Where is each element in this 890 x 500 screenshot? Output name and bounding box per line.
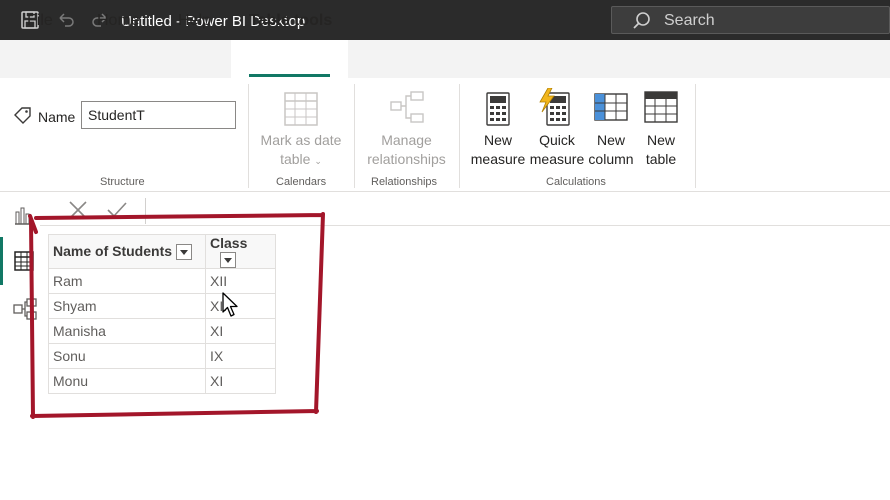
tab-help[interactable]: Help bbox=[178, 12, 211, 30]
manage-relationships-button[interactable]: Manage relationships bbox=[360, 131, 453, 169]
table-cell[interactable]: Manisha bbox=[48, 318, 206, 345]
mark-as-date-table-button[interactable]: Mark as date table ⌄ bbox=[256, 131, 346, 171]
tab-file[interactable]: File bbox=[27, 12, 53, 30]
mark-as-date-line2: table bbox=[280, 151, 311, 167]
quick-measure-icon bbox=[538, 87, 572, 131]
search-input[interactable]: Search bbox=[611, 6, 890, 34]
quick-measure-line2: measure bbox=[529, 151, 585, 167]
group-label-structure: Structure bbox=[100, 176, 145, 188]
table-cell[interactable]: IX bbox=[205, 343, 276, 370]
column-header-name[interactable]: Name of Students bbox=[48, 233, 206, 270]
name-label: Name bbox=[38, 109, 76, 125]
data-table: Name of Students Class Ram XII Shyam XII M… bbox=[48, 233, 276, 395]
table-row[interactable]: Sonu IX bbox=[48, 343, 276, 370]
manage-line1: Manage bbox=[381, 132, 432, 148]
menu-bar bbox=[0, 40, 890, 78]
model-view-icon[interactable] bbox=[13, 298, 37, 325]
group-label-calendars: Calendars bbox=[276, 176, 327, 188]
calculator-icon bbox=[486, 92, 510, 131]
new-table-line1: New bbox=[646, 132, 675, 148]
table-cell[interactable]: Shyam bbox=[48, 293, 206, 320]
new-measure-line2: measure bbox=[470, 151, 526, 167]
new-column-button[interactable]: New column bbox=[584, 131, 638, 169]
column-header-class[interactable]: Class bbox=[205, 233, 276, 270]
data-view-icon[interactable] bbox=[13, 250, 35, 277]
formula-bar bbox=[40, 192, 890, 226]
formula-bar-divider bbox=[145, 198, 146, 224]
relationships-icon bbox=[389, 90, 425, 131]
search-icon bbox=[633, 12, 650, 29]
table-name-field[interactable]: StudentT bbox=[81, 101, 236, 129]
chevron-down-icon: ⌄ bbox=[314, 156, 322, 166]
table-row[interactable]: Ram XII bbox=[48, 268, 276, 295]
cancel-formula-icon[interactable] bbox=[68, 200, 88, 225]
new-measure-button[interactable]: New measure bbox=[468, 131, 528, 169]
mark-as-date-line1: Mark as date bbox=[260, 132, 342, 148]
active-view-indicator bbox=[0, 237, 3, 285]
table-row[interactable]: Manisha XI bbox=[48, 318, 276, 345]
calendar-table-icon bbox=[284, 92, 318, 131]
group-label-calculations: Calculations bbox=[546, 176, 606, 188]
table-cell[interactable]: Sonu bbox=[48, 343, 206, 370]
tab-active-indicator bbox=[249, 74, 330, 77]
table-cell[interactable]: XII bbox=[205, 268, 276, 295]
tab-active-background bbox=[231, 40, 348, 78]
report-view-icon[interactable] bbox=[13, 204, 35, 231]
table-cell[interactable]: XI bbox=[205, 368, 276, 395]
new-column-line2: column bbox=[588, 151, 634, 167]
table-cell[interactable]: XI bbox=[205, 318, 276, 345]
new-measure-line1: New bbox=[483, 132, 512, 148]
table-row[interactable]: Monu XI bbox=[48, 368, 276, 395]
ribbon-divider bbox=[459, 84, 460, 188]
table-cell[interactable]: Monu bbox=[48, 368, 206, 395]
tag-icon bbox=[13, 106, 33, 131]
quick-measure-button[interactable]: Quick measure bbox=[528, 131, 586, 169]
tab-table-tools[interactable]: Table tools bbox=[249, 12, 332, 30]
new-table-icon bbox=[644, 91, 678, 128]
column-header-label: Name of Students bbox=[53, 243, 173, 259]
quick-measure-line1: Quick bbox=[539, 132, 575, 148]
view-sidebar bbox=[0, 192, 40, 500]
table-cell[interactable]: XII bbox=[205, 293, 276, 320]
new-column-line1: New bbox=[596, 132, 625, 148]
new-column-icon bbox=[594, 93, 628, 126]
group-label-relationships: Relationships bbox=[371, 176, 438, 188]
table-cell[interactable]: Ram bbox=[48, 268, 206, 295]
filter-dropdown-icon[interactable] bbox=[176, 244, 193, 261]
undo-icon[interactable] bbox=[56, 10, 76, 35]
filter-dropdown-icon[interactable] bbox=[220, 252, 236, 269]
tab-home[interactable]: Home bbox=[97, 12, 140, 30]
manage-line2: relationships bbox=[367, 151, 446, 167]
ribbon-divider bbox=[354, 84, 355, 188]
commit-formula-icon[interactable] bbox=[106, 200, 128, 225]
new-table-line2: table bbox=[645, 151, 677, 167]
search-placeholder: Search bbox=[664, 12, 715, 29]
new-table-button[interactable]: New table bbox=[638, 131, 684, 169]
ribbon-divider bbox=[695, 84, 696, 188]
table-row[interactable]: Shyam XII bbox=[48, 293, 276, 320]
column-header-label: Class bbox=[210, 235, 248, 251]
ribbon-divider bbox=[248, 84, 249, 188]
mouse-cursor-icon bbox=[222, 292, 238, 317]
